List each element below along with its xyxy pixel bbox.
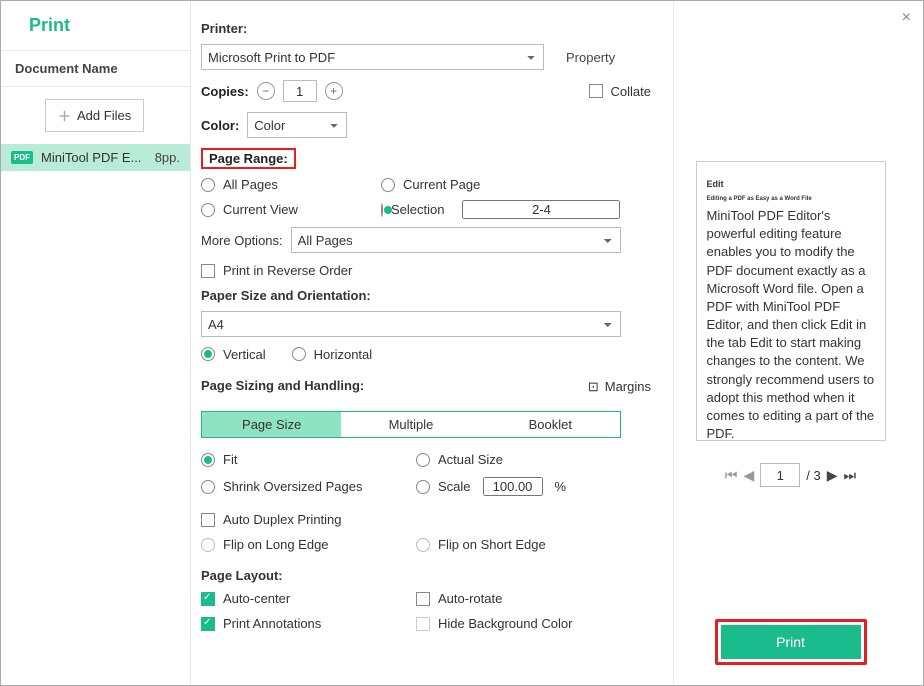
- copies-plus-button[interactable]: +: [325, 82, 343, 100]
- tab-multiple[interactable]: Multiple: [341, 412, 480, 437]
- prev-page-icon[interactable]: ◀: [743, 467, 754, 484]
- sizing-tabs: Page Size Multiple Booklet: [201, 411, 621, 438]
- paper-size-select[interactable]: A4: [201, 311, 621, 337]
- shrink-radio[interactable]: Shrink Oversized Pages: [201, 477, 416, 496]
- add-files-label: Add Files: [77, 108, 131, 123]
- close-icon[interactable]: ×: [902, 9, 911, 27]
- page-total: / 3: [806, 468, 820, 483]
- collate-checkbox[interactable]: [589, 84, 603, 98]
- last-page-icon[interactable]: ⏭: [844, 467, 857, 484]
- more-options-select[interactable]: All Pages: [291, 227, 621, 253]
- document-name-header: Document Name: [1, 50, 190, 87]
- horizontal-radio[interactable]: Horizontal: [292, 347, 373, 362]
- selection-input[interactable]: [462, 200, 620, 219]
- pager: ⏮ ◀ / 3 ▶ ⏭: [725, 463, 856, 487]
- scale-input[interactable]: [483, 477, 543, 496]
- tab-page-size[interactable]: Page Size: [202, 412, 341, 437]
- file-name: MiniTool PDF E...: [41, 150, 147, 165]
- hide-bg-checkbox: Hide Background Color: [416, 616, 572, 631]
- page-input[interactable]: [760, 463, 800, 487]
- next-page-icon[interactable]: ▶: [827, 467, 838, 484]
- sizing-label: Page Sizing and Handling:: [201, 378, 364, 393]
- actual-size-radio[interactable]: Actual Size: [416, 452, 503, 467]
- copies-label: Copies:: [201, 84, 249, 99]
- paper-label: Paper Size and Orientation:: [201, 288, 651, 303]
- preview-panel: Edit Editing a PDF as Easy as a Word Fil…: [673, 1, 923, 685]
- all-pages-radio[interactable]: All Pages: [201, 177, 381, 192]
- reverse-label: Print in Reverse Order: [223, 263, 352, 278]
- color-label: Color:: [201, 118, 239, 133]
- tab-booklet[interactable]: Booklet: [481, 412, 620, 437]
- print-annotations-checkbox[interactable]: Print Annotations: [201, 616, 416, 631]
- settings-panel: Printer: Microsoft Print to PDF Property…: [191, 1, 673, 685]
- flip-long-radio: Flip on Long Edge: [201, 537, 416, 552]
- add-files-button[interactable]: ＋ Add Files: [45, 99, 144, 132]
- print-button[interactable]: Print: [721, 625, 861, 659]
- sidebar: Print Document Name ＋ Add Files PDF Mini…: [1, 1, 191, 685]
- duplex-label: Auto Duplex Printing: [223, 512, 342, 527]
- current-view-radio[interactable]: Current View: [201, 200, 381, 219]
- vertical-radio[interactable]: Vertical: [201, 347, 266, 362]
- printer-select[interactable]: Microsoft Print to PDF: [201, 44, 544, 70]
- file-list-item[interactable]: PDF MiniTool PDF E... 8pp.: [1, 144, 190, 171]
- color-select[interactable]: Color: [247, 112, 347, 138]
- copies-input[interactable]: [283, 80, 317, 102]
- fit-radio[interactable]: Fit: [201, 452, 416, 467]
- collate-label: Collate: [611, 84, 651, 99]
- printer-label: Printer:: [201, 21, 651, 36]
- plus-icon: ＋: [58, 106, 71, 125]
- copies-minus-button[interactable]: −: [257, 82, 275, 100]
- auto-center-checkbox[interactable]: Auto-center: [201, 591, 416, 606]
- file-pages: 8pp.: [155, 150, 180, 165]
- auto-rotate-checkbox[interactable]: Auto-rotate: [416, 591, 502, 606]
- layout-label: Page Layout:: [201, 568, 651, 583]
- dialog-title: Print: [1, 1, 190, 50]
- print-button-highlight: Print: [715, 619, 867, 665]
- reverse-checkbox[interactable]: [201, 264, 215, 278]
- page-preview: Edit Editing a PDF as Easy as a Word Fil…: [696, 161, 886, 441]
- current-page-radio[interactable]: Current Page: [381, 177, 561, 192]
- duplex-checkbox[interactable]: [201, 513, 215, 527]
- selection-radio[interactable]: Selection: [381, 200, 561, 219]
- scale-radio[interactable]: Scale %: [416, 477, 566, 496]
- page-range-label: Page Range:: [201, 148, 296, 169]
- more-options-label: More Options:: [201, 233, 283, 248]
- property-link[interactable]: Property: [566, 50, 615, 65]
- first-page-icon[interactable]: ⏮: [725, 467, 738, 484]
- flip-short-radio: Flip on Short Edge: [416, 537, 546, 552]
- pdf-icon: PDF: [11, 151, 33, 164]
- margins-icon: ⊡: [588, 379, 599, 395]
- margins-button[interactable]: ⊡Margins: [588, 379, 651, 395]
